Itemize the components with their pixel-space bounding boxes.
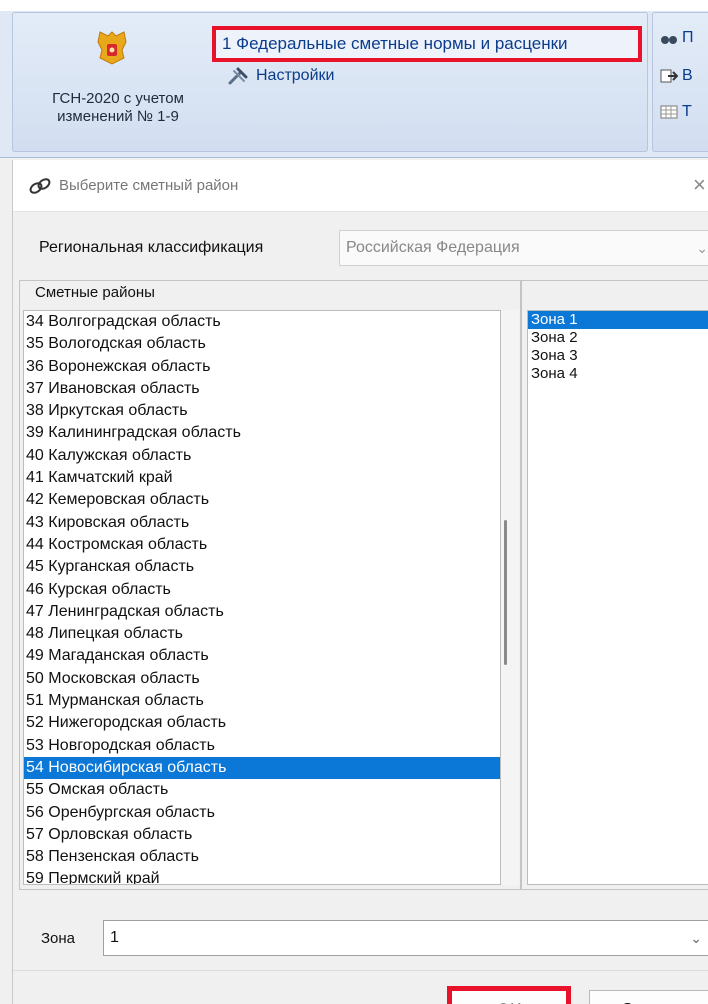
zones-list[interactable]: Зона 1 Зона 2 Зона 3 Зона 4	[527, 310, 708, 885]
zone-value: 1	[110, 929, 119, 946]
ribbon-top-strip	[0, 0, 708, 11]
export-icon	[660, 69, 678, 83]
district-item[interactable]: 53 Новгородская область	[24, 735, 500, 757]
zone-item[interactable]: Зона 4	[528, 365, 708, 383]
district-item[interactable]: 42 Кемеровская область	[24, 489, 500, 511]
fsnb-collection-link[interactable]: 1 Федеральные сметные нормы и расценки	[212, 26, 642, 62]
chevron-down-icon: ⌄	[690, 930, 702, 946]
district-item[interactable]: 58 Пензенская область	[24, 846, 500, 868]
district-item[interactable]: 57 Орловская область	[24, 824, 500, 846]
tools-icon	[228, 67, 248, 85]
district-item[interactable]: 40 Калужская область	[24, 445, 500, 467]
zone-item[interactable]: Зона 3	[528, 347, 708, 365]
dialog-title: Выберите сметный район	[59, 177, 239, 194]
district-dialog: Выберите сметный район × Региональная кл…	[12, 160, 708, 1004]
districts-scroll-thumb[interactable]	[504, 520, 507, 665]
ribbon-side-button-2[interactable]: В	[660, 64, 708, 88]
district-item[interactable]: 45 Курганская область	[24, 556, 500, 578]
close-icon[interactable]: ×	[693, 172, 706, 198]
district-item[interactable]: 49 Магаданская область	[24, 645, 500, 667]
district-item[interactable]: 41 Камчатский край	[24, 467, 500, 489]
district-item[interactable]: 47 Ленинградская область	[24, 601, 500, 623]
chain-link-icon	[29, 178, 51, 194]
district-item[interactable]: 44 Костромская область	[24, 534, 500, 556]
districts-list[interactable]: 34 Волгоградская область 35 Вологодская о…	[23, 310, 501, 885]
district-item[interactable]: 36 Воронежская область	[24, 356, 500, 378]
district-item[interactable]: 59 Пермский край	[24, 868, 500, 884]
region-classification-select[interactable]: Российская Федерация ⌄	[339, 230, 708, 266]
database-name[interactable]: ГСН-2020 с учетом изменений № 1-9	[28, 90, 208, 126]
district-item[interactable]: 54 Новосибирская область	[24, 756, 500, 780]
table-icon	[660, 105, 678, 119]
zone-item[interactable]: Зона 2	[528, 329, 708, 347]
footer-separator	[13, 970, 708, 971]
zone-label: Зона	[41, 930, 76, 947]
zone-select[interactable]: 1 ⌄	[103, 920, 708, 956]
dialog-titlebar[interactable]: Выберите сметный район ×	[13, 160, 708, 212]
region-classification-value: Российская Федерация	[346, 239, 520, 256]
district-item[interactable]: 43 Кировская область	[24, 512, 500, 534]
district-item[interactable]: 55 Омская область	[24, 779, 500, 801]
districts-group-title: Сметные районы	[33, 283, 157, 303]
district-item[interactable]: 51 Мурманская область	[24, 690, 500, 712]
binoculars-icon	[661, 36, 677, 44]
district-item[interactable]: 37 Ивановская область	[24, 378, 500, 400]
cancel-button[interactable]: Отмена	[589, 990, 708, 1004]
district-item[interactable]: 38 Иркутская область	[24, 400, 500, 422]
zone-item[interactable]: Зона 1	[528, 311, 708, 329]
ribbon-side-button-3[interactable]: Т	[660, 100, 708, 124]
district-item[interactable]: 52 Нижегородская область	[24, 712, 500, 734]
district-item[interactable]: 56 Оренбургская область	[24, 802, 500, 824]
district-item[interactable]: 39 Калининградская область	[24, 422, 500, 444]
ok-button[interactable]: OK	[447, 986, 571, 1004]
coat-of-arms-icon[interactable]	[94, 28, 130, 68]
district-item[interactable]: 46 Курская область	[24, 579, 500, 601]
ribbon-side-button-1[interactable]: П	[660, 26, 708, 50]
settings-button[interactable]: Настройки	[226, 64, 334, 88]
region-classification-label: Региональная классификация	[39, 239, 264, 256]
settings-label: Настройки	[256, 67, 335, 84]
ribbon: ГСН-2020 с учетом изменений № 1-9 1 Феде…	[0, 0, 708, 158]
district-item[interactable]: 50 Московская область	[24, 668, 500, 690]
district-item[interactable]: 35 Вологодская область	[24, 333, 500, 355]
district-item[interactable]: 34 Волгоградская область	[24, 311, 500, 333]
chevron-down-icon: ⌄	[696, 240, 708, 256]
district-item[interactable]: 48 Липецкая область	[24, 623, 500, 645]
